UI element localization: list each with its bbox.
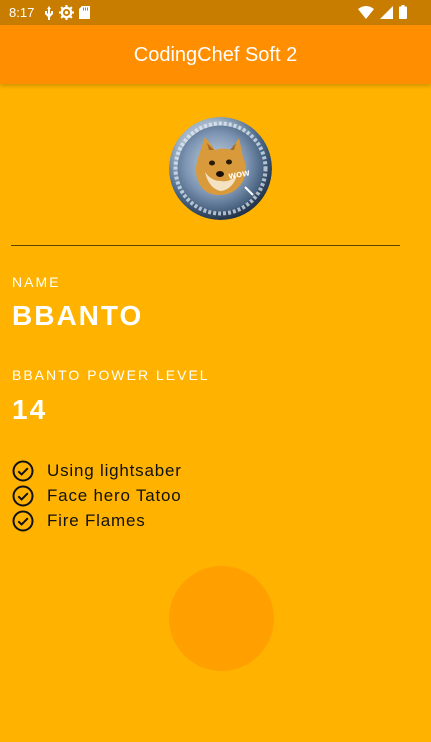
power-level-label: BBANTO POWER LEVEL (12, 367, 210, 383)
check-circle-icon (12, 460, 47, 482)
name-value: BBANTO (12, 300, 144, 331)
status-bar: 8:17 (0, 0, 431, 25)
skill-item-using-lightsaber: Using lightsaber (12, 460, 182, 482)
sd-card-icon (79, 6, 90, 19)
battery-icon (399, 5, 407, 19)
skill-item-fire-flames: Fire Flames (12, 510, 146, 532)
skill-label: Using lightsaber (47, 461, 182, 480)
touch-ripple (169, 566, 274, 671)
skill-item-face-hero-tatoo: Face hero Tatoo (12, 485, 182, 507)
app-title: CodingChef Soft 2 (133, 44, 298, 66)
app-bar: CodingChef Soft 2 (0, 25, 431, 84)
divider (11, 245, 400, 246)
skill-label: Face hero Tatoo (47, 486, 182, 505)
skill-label: Fire Flames (47, 511, 146, 530)
status-time: 8:17 (9, 5, 35, 20)
settings-icon (59, 5, 74, 20)
power-level-value: 14 (12, 394, 48, 425)
signal-icon (380, 5, 393, 19)
check-circle-icon (12, 510, 47, 532)
usb-icon (44, 5, 54, 20)
check-circle-icon (12, 485, 47, 507)
status-icons-left (44, 5, 90, 20)
status-icons-right (358, 5, 407, 19)
name-label: NAME (12, 274, 61, 290)
doge-avatar-image: WOW (169, 117, 272, 220)
wifi-icon (358, 5, 374, 19)
